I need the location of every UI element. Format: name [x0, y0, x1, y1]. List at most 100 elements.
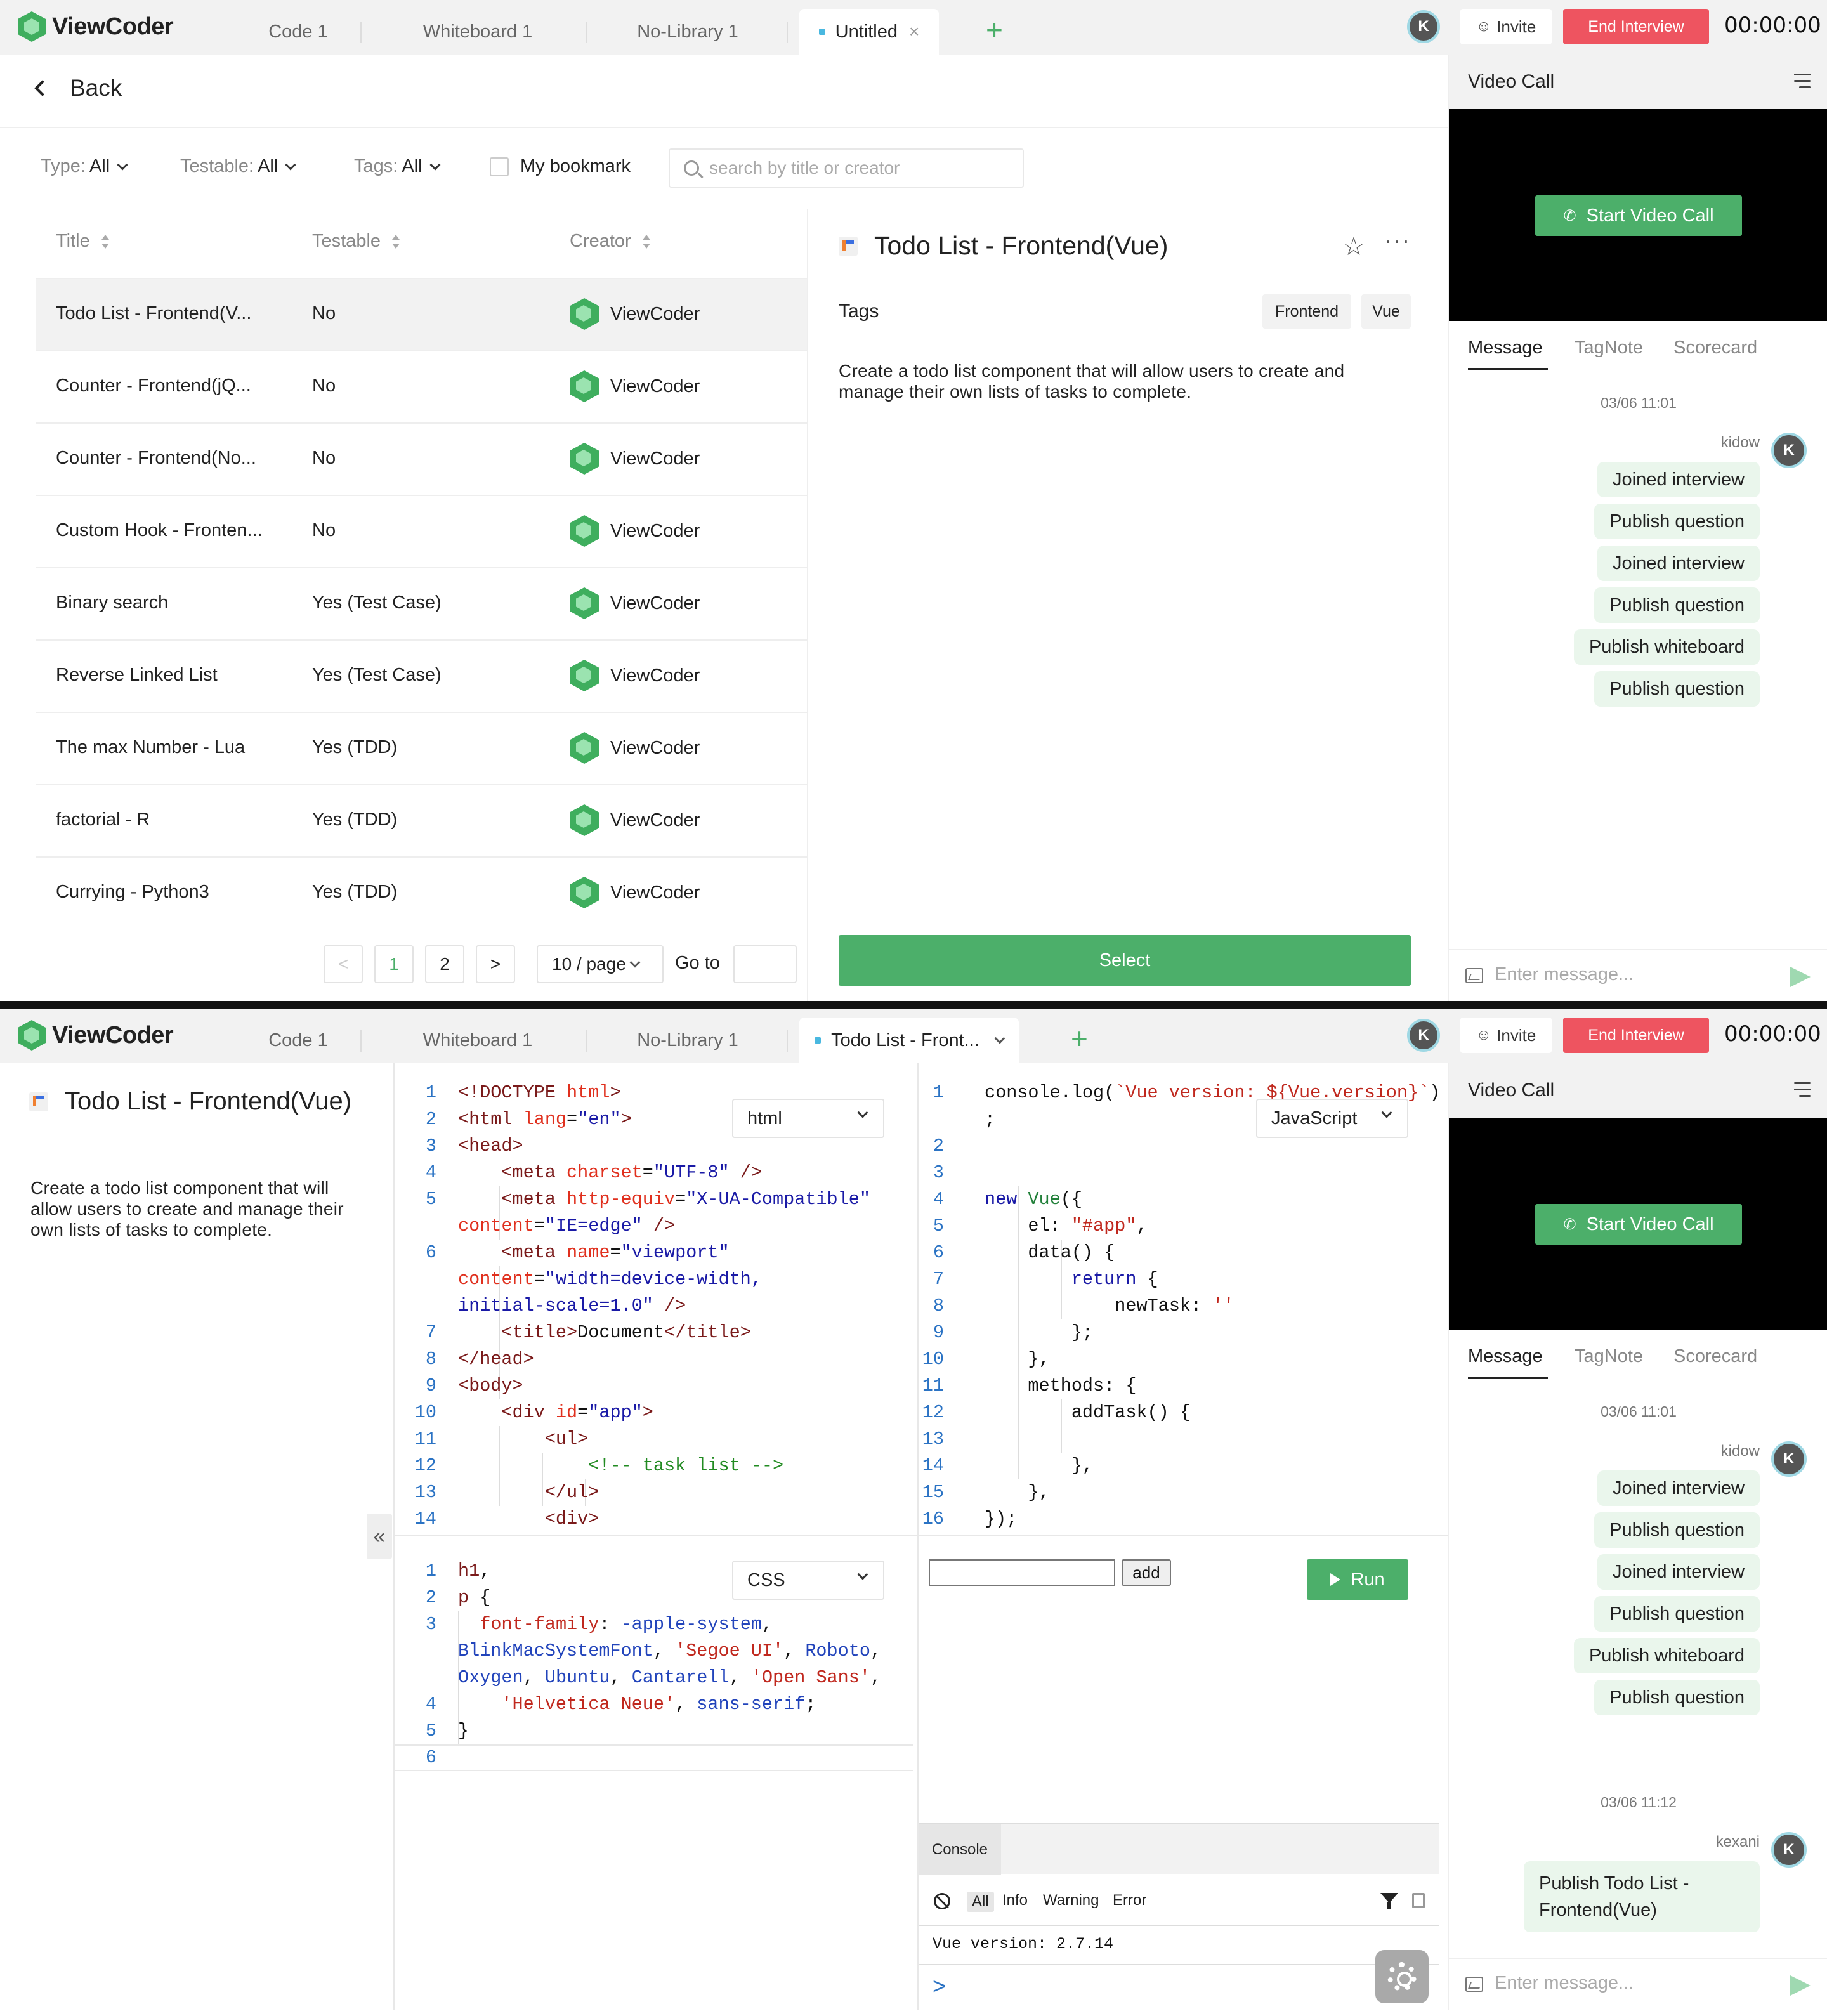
page-size-value: 10 / page [552, 954, 626, 974]
add-tab-icon[interactable]: + [986, 13, 1003, 47]
send-icon[interactable] [1790, 1975, 1811, 1996]
video-area: ✆ Start Video Call [1449, 1118, 1827, 1330]
search-input[interactable] [709, 158, 1014, 178]
logo[interactable]: ViewCoder [18, 11, 174, 42]
chat-input[interactable]: Enter message... [1495, 1973, 1634, 1994]
avatar[interactable]: K [1407, 1019, 1440, 1052]
table-row[interactable]: Custom Hook - Fronten... No ViewCoder [36, 495, 807, 567]
bookmark-filter[interactable]: My bookmark [490, 156, 631, 177]
type-filter[interactable]: Type: All [41, 156, 128, 177]
chat-input-bar: Enter message... [1449, 949, 1827, 1001]
chat-input[interactable]: Enter message... [1495, 964, 1634, 985]
select-button[interactable]: Select [839, 935, 1411, 986]
side-panel: Video Call ✆ Start Video Call Message Ta… [1448, 1063, 1827, 2010]
run-label: Run [1351, 1569, 1385, 1590]
editor-screen: ViewCoder Code 1 Whiteboard 1 No-Library… [0, 1009, 1827, 2010]
add-tab-icon[interactable]: + [1071, 1021, 1088, 1056]
page-size-select[interactable]: 10 / page [537, 945, 664, 983]
copy-icon[interactable] [1412, 1893, 1425, 1908]
tab-untitled-label: Untitled [835, 21, 898, 42]
filter-warning[interactable]: Warning [1043, 1892, 1099, 1909]
console-prompt[interactable]: > [933, 1973, 946, 2000]
column-title-label: Title [56, 231, 90, 251]
testable-filter[interactable]: Testable: All [180, 156, 296, 177]
next-page-button[interactable]: > [476, 945, 515, 983]
creator-logo-icon [570, 877, 599, 908]
tab-tagnote[interactable]: TagNote [1575, 337, 1643, 358]
chevron-down-icon[interactable] [994, 1033, 1005, 1044]
table-row[interactable]: Reverse Linked List Yes (Test Case) ViewCo… [36, 639, 807, 712]
column-creator[interactable]: Creator [570, 231, 650, 252]
table-row[interactable]: Counter - Frontend(jQ... No ViewCoder [36, 350, 807, 422]
preview-task-input[interactable] [929, 1559, 1115, 1586]
tab-no-library[interactable]: No-Library 1 [587, 9, 788, 55]
tab-untitled[interactable]: Untitled × [799, 9, 939, 55]
clear-console-icon[interactable] [934, 1893, 950, 1909]
row-creator: ViewCoder [570, 804, 700, 836]
invite-button[interactable]: ☺ Invite [1460, 9, 1552, 44]
image-icon[interactable] [1465, 968, 1483, 983]
start-video-call-button[interactable]: ✆ Start Video Call [1535, 1204, 1742, 1245]
menu-icon[interactable] [1791, 1082, 1811, 1099]
filter-icon[interactable] [1380, 1893, 1398, 1909]
creator-logo-icon [570, 804, 599, 836]
filter-error[interactable]: Error [1113, 1892, 1146, 1909]
collapse-panel-button[interactable]: « [367, 1514, 392, 1559]
table-row[interactable]: Binary search Yes (Test Case) ViewCoder [36, 567, 807, 639]
send-icon[interactable] [1790, 967, 1811, 987]
menu-icon[interactable] [1791, 74, 1811, 90]
row-title: Binary search [56, 592, 169, 613]
filter-info[interactable]: Info [1002, 1892, 1028, 1909]
filter-all[interactable]: All [967, 1892, 994, 1912]
tab-whiteboard[interactable]: Whiteboard 1 [368, 9, 587, 55]
tab-scorecard[interactable]: Scorecard [1673, 1346, 1757, 1367]
tab-message[interactable]: Message [1468, 1346, 1543, 1367]
page-2-button[interactable]: 2 [425, 945, 464, 983]
close-icon[interactable]: × [909, 22, 919, 42]
tab-todo-list[interactable]: Todo List - Front... [799, 1018, 1019, 1063]
invite-button[interactable]: ☺ Invite [1460, 1018, 1552, 1053]
table-row[interactable]: Currying - Python3 Yes (TDD) ViewCoder [36, 856, 807, 929]
row-creator-name: ViewCoder [610, 809, 700, 830]
tab-no-library[interactable]: No-Library 1 [587, 1018, 788, 1063]
bookmark-checkbox[interactable] [490, 157, 509, 176]
avatar[interactable]: K [1407, 10, 1440, 43]
back-button[interactable]: Back [32, 75, 122, 101]
image-icon[interactable] [1465, 1977, 1483, 1992]
html-language-select[interactable]: html [732, 1099, 884, 1138]
tab-code[interactable]: Code 1 [235, 1018, 362, 1063]
preview-add-button[interactable]: add [1122, 1559, 1171, 1586]
tags-filter[interactable]: Tags: All [354, 156, 441, 177]
console-tab[interactable]: Console [919, 1824, 1001, 1875]
logo[interactable]: ViewCoder [18, 1020, 174, 1051]
css-language-select[interactable]: CSS [732, 1561, 884, 1600]
table-row[interactable]: Todo List - Frontend(V... No ViewCoder [36, 278, 807, 350]
goto-input[interactable] [733, 945, 797, 983]
chevron-down-icon [117, 159, 128, 170]
top-bar: ViewCoder Code 1 Whiteboard 1 No-Library… [0, 0, 1827, 55]
star-icon[interactable]: ☆ [1342, 232, 1365, 261]
tab-tagnote[interactable]: TagNote [1575, 1346, 1643, 1367]
tab-code[interactable]: Code 1 [235, 9, 362, 55]
table-row[interactable]: Counter - Frontend(No... No ViewCoder [36, 422, 807, 495]
column-testable[interactable]: Testable [312, 231, 400, 252]
table-row[interactable]: factorial - R Yes (TDD) ViewCoder [36, 784, 807, 856]
prev-page-button[interactable]: < [324, 945, 363, 983]
more-icon[interactable]: ··· [1384, 227, 1411, 254]
end-interview-button[interactable]: End Interview [1563, 1018, 1709, 1053]
column-title[interactable]: Title [56, 231, 109, 252]
tab-message[interactable]: Message [1468, 337, 1543, 358]
page-1-button[interactable]: 1 [374, 945, 414, 983]
bookmark-label: My bookmark [520, 156, 631, 176]
start-video-call-button[interactable]: ✆ Start Video Call [1535, 195, 1742, 236]
start-video-label: Start Video Call [1586, 1214, 1714, 1234]
table-row[interactable]: The max Number - Lua Yes (TDD) ViewCoder [36, 712, 807, 784]
settings-button[interactable] [1375, 1950, 1429, 2003]
table-header: Title Testable Creator [36, 209, 807, 278]
tab-whiteboard[interactable]: Whiteboard 1 [368, 1018, 587, 1063]
tag-frontend: Frontend [1262, 294, 1351, 329]
run-button[interactable]: Run [1307, 1559, 1408, 1600]
tab-scorecard[interactable]: Scorecard [1673, 337, 1757, 358]
js-language-select[interactable]: JavaScript [1256, 1099, 1408, 1138]
end-interview-button[interactable]: End Interview [1563, 9, 1709, 44]
